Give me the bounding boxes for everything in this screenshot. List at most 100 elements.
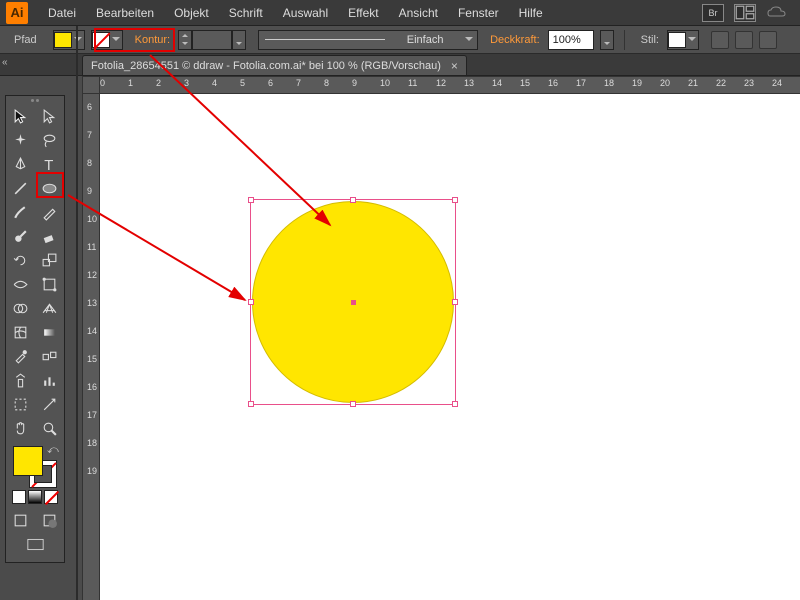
- opacity-field[interactable]: [548, 30, 594, 50]
- panel-grip-icon[interactable]: [6, 96, 64, 104]
- drawing-mode-behind[interactable]: [35, 508, 64, 532]
- ruler-tick: 17: [87, 410, 97, 420]
- resize-handle-n[interactable]: [350, 197, 356, 203]
- eraser-tool[interactable]: [35, 224, 64, 248]
- brush-def-dropdown[interactable]: Einfach: [258, 30, 478, 50]
- selection-bounding-box[interactable]: [250, 199, 456, 405]
- document-tab-bar: Fotolia_28654551 © ddraw - Fotolia.com.a…: [0, 54, 800, 76]
- bridge-button[interactable]: Br: [702, 4, 724, 22]
- recolor-button[interactable]: [711, 31, 729, 49]
- perspective-grid-tool[interactable]: [35, 296, 64, 320]
- free-transform-tool[interactable]: [35, 272, 64, 296]
- vertical-ruler[interactable]: 678910111213141516171819: [82, 94, 100, 600]
- dropdown-icon[interactable]: [232, 30, 246, 50]
- pencil-tool[interactable]: [35, 200, 64, 224]
- tab-close-icon[interactable]: ×: [451, 59, 458, 73]
- stroke-swatch[interactable]: [91, 30, 123, 50]
- gradient-tool[interactable]: [35, 320, 64, 344]
- dock-handle-icon[interactable]: «: [2, 57, 8, 68]
- dropdown-icon: [110, 32, 122, 48]
- menu-object[interactable]: Objekt: [164, 6, 219, 20]
- resize-handle-e[interactable]: [452, 299, 458, 305]
- align-button[interactable]: [735, 31, 753, 49]
- ruler-tick: 18: [604, 78, 614, 88]
- resize-handle-s[interactable]: [350, 401, 356, 407]
- artboard-tool[interactable]: [6, 392, 35, 416]
- stroke-label[interactable]: Kontur:: [135, 34, 170, 46]
- menu-effect[interactable]: Effekt: [338, 6, 388, 20]
- canvas[interactable]: [100, 94, 800, 600]
- fill-swatch[interactable]: [53, 30, 85, 50]
- resize-handle-nw[interactable]: [248, 197, 254, 203]
- ruler-tick: 21: [688, 78, 698, 88]
- app-logo: Ai: [6, 2, 28, 24]
- resize-handle-ne[interactable]: [452, 197, 458, 203]
- ruler-origin[interactable]: [82, 76, 100, 94]
- screen-mode-button[interactable]: [6, 532, 64, 556]
- menu-view[interactable]: Ansicht: [389, 6, 448, 20]
- drawing-mode-normal[interactable]: [6, 508, 35, 532]
- magic-wand-tool[interactable]: [6, 128, 35, 152]
- direct-selection-tool[interactable]: [35, 104, 64, 128]
- mesh-tool[interactable]: [6, 320, 35, 344]
- stepper-icon[interactable]: [178, 30, 192, 50]
- document-tab[interactable]: Fotolia_28654551 © ddraw - Fotolia.com.a…: [82, 55, 467, 75]
- ruler-tick: 6: [268, 78, 273, 88]
- rotate-tool[interactable]: [6, 248, 35, 272]
- zoom-tool[interactable]: [35, 416, 64, 440]
- fill-color-box[interactable]: [13, 446, 43, 476]
- horizontal-ruler[interactable]: 0123456789101112131415161718192021222324: [100, 76, 800, 94]
- opacity-dropdown[interactable]: [600, 30, 614, 50]
- menu-file[interactable]: Datei: [38, 6, 86, 20]
- graph-tool[interactable]: [35, 368, 64, 392]
- color-mode-row: [6, 490, 64, 508]
- type-tool[interactable]: T: [35, 152, 64, 176]
- lasso-tool[interactable]: [35, 128, 64, 152]
- ruler-tick: 14: [492, 78, 502, 88]
- ellipse-tool[interactable]: [35, 176, 64, 200]
- menu-type[interactable]: Schrift: [219, 6, 273, 20]
- color-mode-solid[interactable]: [12, 490, 26, 504]
- blob-brush-tool[interactable]: [6, 224, 35, 248]
- line-preview-icon: [265, 39, 385, 40]
- menu-help[interactable]: Hilfe: [509, 6, 553, 20]
- hand-tool[interactable]: [6, 416, 35, 440]
- ruler-tick: 10: [87, 214, 97, 224]
- stroke-weight[interactable]: [178, 30, 246, 50]
- ruler-tick: 10: [380, 78, 390, 88]
- resize-handle-w[interactable]: [248, 299, 254, 305]
- menu-select[interactable]: Auswahl: [273, 6, 338, 20]
- no-stroke-icon: [92, 32, 110, 48]
- brush-def-value: Einfach: [407, 34, 444, 46]
- center-point[interactable]: [351, 300, 356, 305]
- eyedropper-tool[interactable]: [6, 344, 35, 368]
- fill-stroke-control[interactable]: ⤺: [11, 444, 59, 488]
- menu-edit[interactable]: Bearbeiten: [86, 6, 164, 20]
- opacity-label[interactable]: Deckkraft:: [490, 34, 540, 46]
- slice-tool[interactable]: [35, 392, 64, 416]
- transform-button[interactable]: [759, 31, 777, 49]
- paintbrush-tool[interactable]: [6, 200, 35, 224]
- shape-builder-tool[interactable]: [6, 296, 35, 320]
- selection-tool[interactable]: [6, 104, 35, 128]
- pen-tool[interactable]: [6, 152, 35, 176]
- color-mode-none[interactable]: [44, 490, 58, 504]
- resize-handle-se[interactable]: [452, 401, 458, 407]
- symbol-sprayer-tool[interactable]: [6, 368, 35, 392]
- stroke-weight-field[interactable]: [192, 30, 232, 50]
- ruler-tick: 8: [324, 78, 329, 88]
- color-mode-gradient[interactable]: [28, 490, 42, 504]
- ruler-tick: 8: [87, 158, 92, 168]
- tools-panel: T: [5, 95, 65, 563]
- menu-window[interactable]: Fenster: [448, 6, 509, 20]
- graphic-style[interactable]: [667, 30, 699, 50]
- swap-fill-stroke-icon[interactable]: ⤺: [47, 444, 59, 456]
- ruler-tick: 19: [632, 78, 642, 88]
- width-tool[interactable]: [6, 272, 35, 296]
- blend-tool[interactable]: [35, 344, 64, 368]
- scale-tool[interactable]: [35, 248, 64, 272]
- arrange-docs-button[interactable]: [734, 4, 756, 22]
- line-tool[interactable]: [6, 176, 35, 200]
- resize-handle-sw[interactable]: [248, 401, 254, 407]
- cloud-sync-icon[interactable]: [766, 5, 788, 21]
